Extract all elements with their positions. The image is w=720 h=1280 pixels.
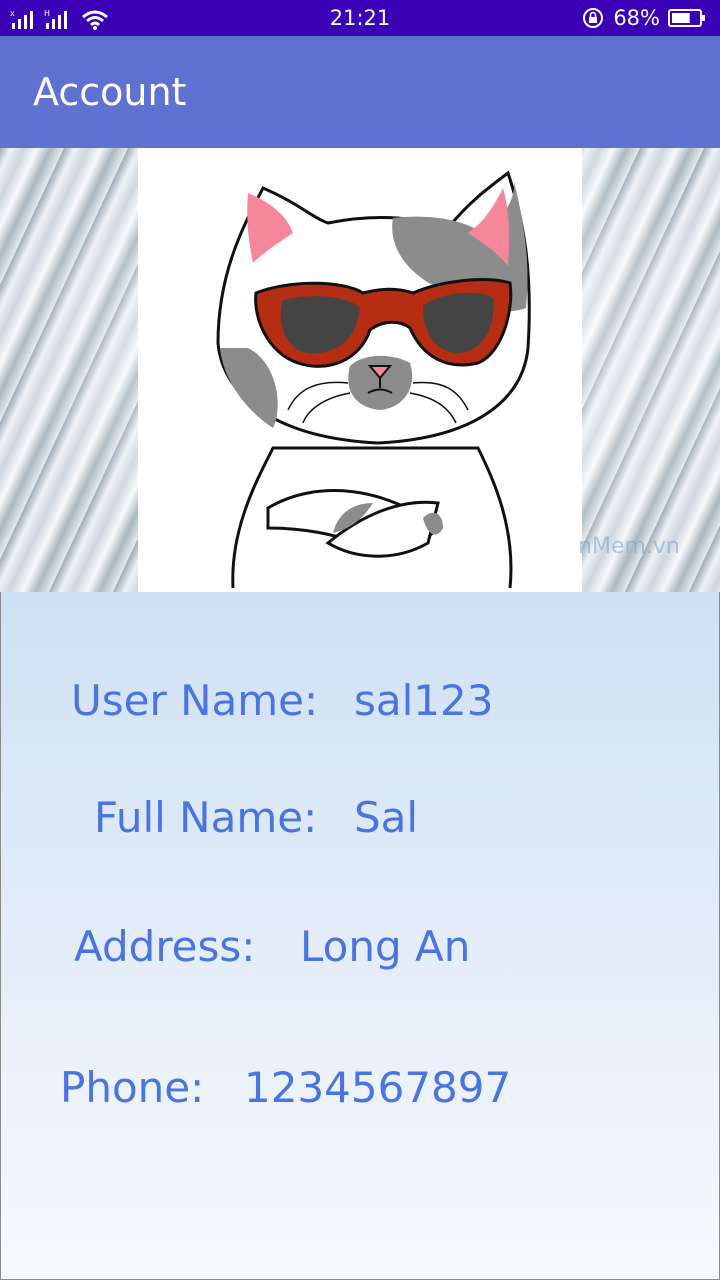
phone-label: Phone:	[60, 1063, 205, 1112]
status-right-icons: 68%	[581, 5, 706, 31]
full-name-value: Sal	[354, 793, 419, 842]
address-value: Long An	[300, 922, 471, 971]
user-name-label: User Name:	[71, 676, 319, 725]
address-label: Address:	[74, 922, 256, 971]
watermark: nMem.vn	[578, 534, 680, 559]
app-bar: Account	[0, 36, 720, 148]
avatar	[138, 148, 582, 592]
battery-icon	[668, 9, 705, 27]
user-name-value: sal123	[354, 676, 494, 725]
page-title: Account	[33, 70, 187, 114]
profile-header-image: nMem.vn	[0, 148, 720, 592]
cat-avatar-illustration	[216, 170, 531, 589]
battery-percent: 68%	[613, 6, 660, 30]
phone-value: 1234567897	[244, 1063, 512, 1112]
rotation-lock-icon	[583, 8, 604, 28]
full-name-label: Full Name:	[94, 793, 318, 842]
account-info-panel: User Name: sal123 Full Name: Sal Address…	[0, 592, 720, 1280]
status-bar: x H 21:21 68%	[0, 0, 720, 36]
